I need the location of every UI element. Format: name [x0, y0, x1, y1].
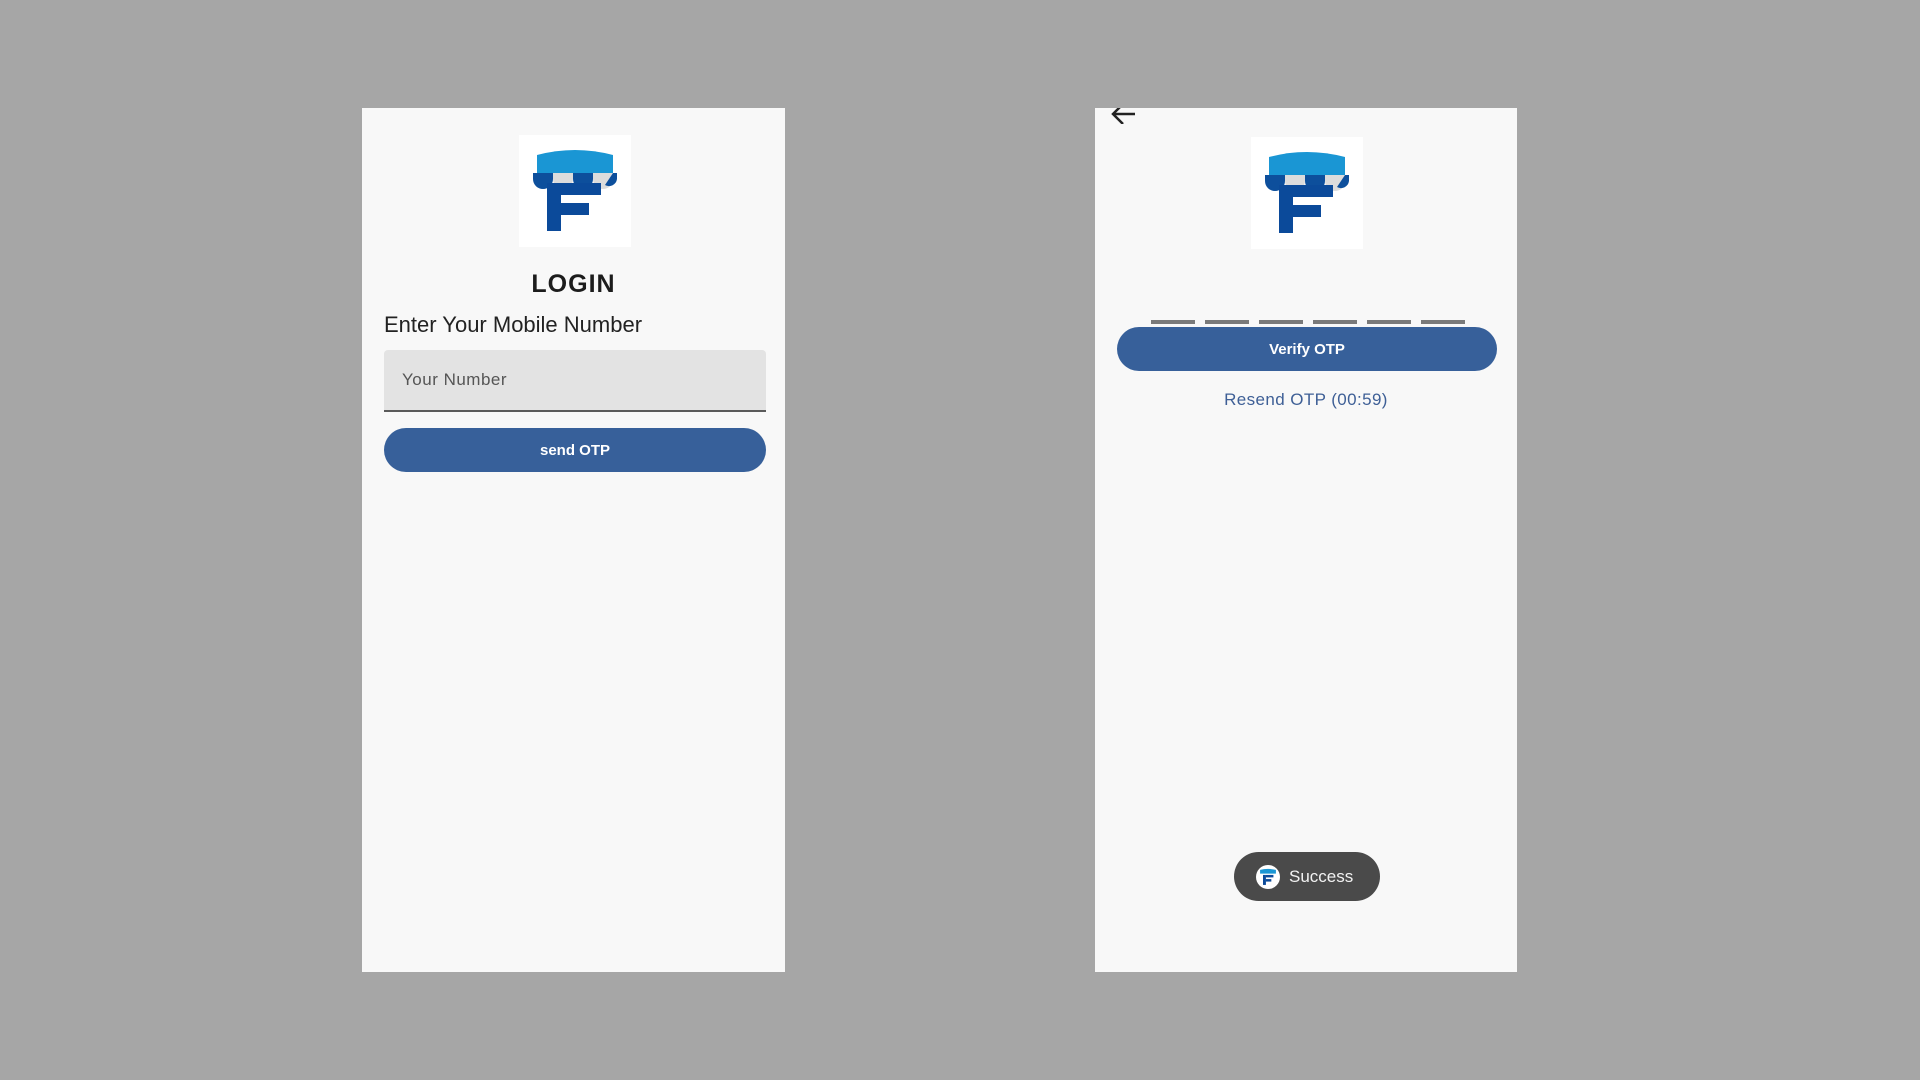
- otp-screen: Verify OTP Resend OTP (00:59) Success: [1095, 108, 1517, 972]
- screens-canvas: LOGIN Enter Your Mobile Number send OTP: [0, 0, 1920, 1080]
- store-awning-f-logo-icon: [533, 150, 617, 231]
- store-awning-f-logo-icon: [1265, 152, 1349, 233]
- otp-digit-1[interactable]: [1151, 300, 1195, 324]
- app-logo: [519, 135, 631, 247]
- otp-digit-4[interactable]: [1313, 300, 1357, 324]
- toast-message: Success: [1289, 866, 1354, 886]
- mobile-number-label: Enter Your Mobile Number: [384, 312, 643, 337]
- login-screen: LOGIN Enter Your Mobile Number send OTP: [362, 108, 785, 972]
- otp-digit-5[interactable]: [1367, 300, 1411, 324]
- page-title: LOGIN: [531, 270, 616, 298]
- verify-otp-button[interactable]: Verify OTP: [1117, 327, 1497, 371]
- success-toast: Success: [1234, 852, 1380, 901]
- otp-digit-2[interactable]: [1205, 300, 1249, 324]
- app-logo: [1251, 137, 1363, 249]
- otp-input-group: [1151, 300, 1465, 324]
- otp-digit-3[interactable]: [1259, 300, 1303, 324]
- otp-digit-6[interactable]: [1421, 300, 1465, 324]
- back-arrow-icon[interactable]: [1109, 108, 1135, 124]
- send-otp-button[interactable]: send OTP: [384, 428, 766, 472]
- app-logo-icon: [1256, 864, 1280, 889]
- resend-otp-link[interactable]: Resend OTP (00:59): [1095, 390, 1517, 410]
- mobile-number-input[interactable]: [384, 350, 766, 412]
